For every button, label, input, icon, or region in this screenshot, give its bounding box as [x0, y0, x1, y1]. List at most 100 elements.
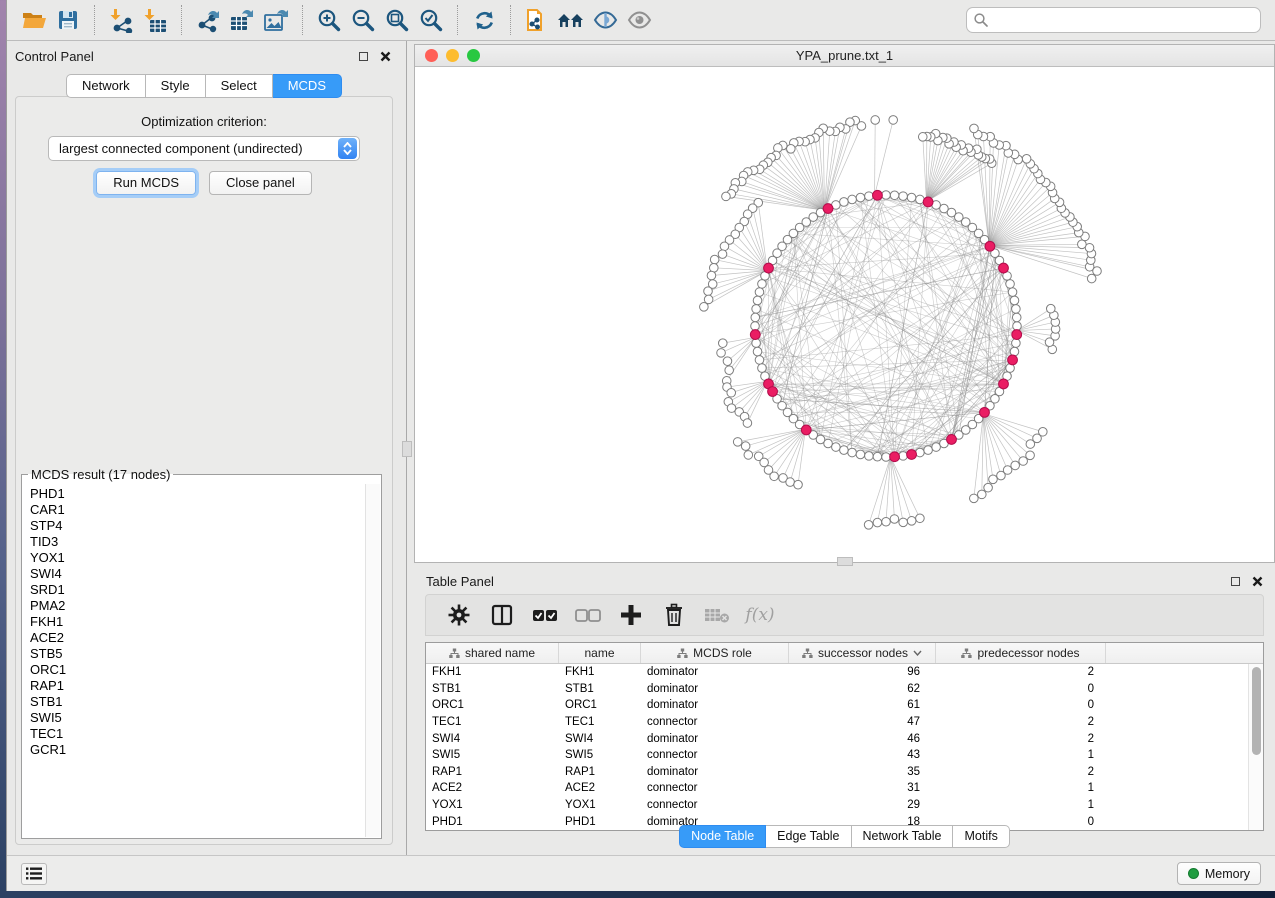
table-row[interactable]: SWI5 SWI5 connector 43 1 — [426, 747, 1248, 764]
column-header-shared-name[interactable]: shared name — [426, 643, 559, 663]
function-builder-button[interactable]: f(x) — [744, 599, 776, 631]
splitter-grip[interactable] — [837, 557, 853, 566]
magnifier-minus-icon — [350, 7, 376, 33]
mcds-result-item[interactable]: ORC1 — [30, 662, 365, 678]
export-image-button[interactable] — [259, 4, 293, 36]
close-table-panel-button[interactable] — [1249, 573, 1265, 589]
toolbar-separator — [181, 5, 182, 35]
mcds-result-item[interactable]: STB5 — [30, 646, 365, 662]
column-header-predecessor-nodes[interactable]: predecessor nodes — [936, 643, 1106, 663]
toggle-panes-button[interactable] — [486, 599, 518, 631]
run-mcds-button[interactable]: Run MCDS — [96, 171, 196, 195]
mcds-result-item[interactable]: YOX1 — [30, 550, 365, 566]
export-network-button[interactable] — [191, 4, 225, 36]
table-row[interactable]: FKH1 FKH1 dominator 96 2 — [426, 664, 1248, 681]
zoom-fit-button[interactable] — [380, 4, 414, 36]
first-neighbors-button[interactable] — [554, 4, 588, 36]
tab-select[interactable]: Select — [206, 74, 273, 98]
splitter-grip[interactable] — [402, 441, 412, 457]
column-header-successor-nodes[interactable]: successor nodes — [789, 643, 936, 663]
export-network-icon — [195, 7, 221, 33]
table-row[interactable]: STB1 STB1 dominator 62 0 — [426, 681, 1248, 698]
refresh-view-button[interactable] — [467, 4, 501, 36]
export-table-button[interactable] — [225, 4, 259, 36]
select-all-button[interactable] — [529, 599, 561, 631]
close-icon — [1252, 576, 1263, 587]
mcds-result-item[interactable]: PMA2 — [30, 598, 365, 614]
table-row[interactable]: SWI4 SWI4 dominator 46 2 — [426, 730, 1248, 747]
import-network-icon — [108, 7, 134, 33]
mcds-result-item[interactable]: STP4 — [30, 518, 365, 534]
mcds-result-item[interactable]: SRD1 — [30, 582, 365, 598]
import-table-button[interactable] — [138, 4, 172, 36]
mcds-result-group: MCDS result (17 nodes) PHD1CAR1STP4TID3Y… — [21, 467, 382, 839]
open-session-button[interactable] — [17, 4, 51, 36]
add-column-button[interactable] — [615, 599, 647, 631]
show-tasks-button[interactable] — [21, 863, 47, 885]
tab-edge-table[interactable]: Edge Table — [766, 825, 851, 848]
maximize-traffic-light[interactable] — [467, 49, 480, 62]
tab-style[interactable]: Style — [146, 74, 206, 98]
column-header-mcds-role[interactable]: MCDS role — [641, 643, 789, 663]
mcds-tab-content: Optimization criterion: largest connecte… — [15, 96, 393, 845]
mcds-result-item[interactable]: ACE2 — [30, 630, 365, 646]
table-row[interactable]: ORC1 ORC1 dominator 61 0 — [426, 697, 1248, 714]
tab-node-table[interactable]: Node Table — [679, 825, 766, 848]
mcds-result-item[interactable]: SWI5 — [30, 710, 365, 726]
close-panel-button-mcds[interactable]: Close panel — [209, 171, 312, 195]
float-table-panel-button[interactable] — [1227, 573, 1243, 589]
mcds-result-item[interactable]: SWI4 — [30, 566, 365, 582]
floppy-icon — [56, 8, 80, 32]
table-row[interactable]: YOX1 YOX1 connector 29 1 — [426, 797, 1248, 814]
status-bar: Memory — [7, 855, 1275, 891]
zoom-in-button[interactable] — [312, 4, 346, 36]
table-row[interactable]: TEC1 TEC1 connector 47 2 — [426, 714, 1248, 731]
network-window-titlebar[interactable]: YPA_prune.txt_1 — [415, 45, 1274, 67]
mcds-result-item[interactable]: RAP1 — [30, 678, 365, 694]
network-from-selection-button[interactable] — [520, 4, 554, 36]
search-input[interactable] — [989, 10, 1254, 30]
save-session-button[interactable] — [51, 4, 85, 36]
table-settings-button[interactable] — [443, 599, 475, 631]
vertical-splitter[interactable] — [401, 41, 414, 855]
close-panel-button[interactable] — [377, 48, 393, 64]
float-panel-button[interactable] — [355, 48, 371, 64]
tab-motifs[interactable]: Motifs — [953, 825, 1009, 848]
mcds-result-item[interactable]: CAR1 — [30, 502, 365, 518]
mcds-result-item[interactable]: TID3 — [30, 534, 365, 550]
close-traffic-light[interactable] — [425, 49, 438, 62]
memory-button[interactable]: Memory — [1177, 862, 1261, 885]
column-header-name[interactable]: name — [559, 643, 641, 663]
document-share-icon — [524, 6, 550, 34]
mcds-result-item[interactable]: PHD1 — [30, 486, 365, 502]
global-search — [966, 7, 1261, 33]
tab-network-table[interactable]: Network Table — [852, 825, 954, 848]
mcds-result-list[interactable]: PHD1CAR1STP4TID3YOX1SWI4SRD1PMA2FKH1ACE2… — [23, 484, 365, 837]
mcds-result-item[interactable]: FKH1 — [30, 614, 365, 630]
criterion-select[interactable]: largest connected component (undirected) — [48, 136, 360, 161]
table-scrollbar[interactable] — [1248, 664, 1263, 830]
mcds-result-item[interactable]: GCR1 — [30, 742, 365, 758]
tab-mcds[interactable]: MCDS — [273, 74, 342, 98]
delete-column-button[interactable] — [658, 599, 690, 631]
deselect-all-button[interactable] — [572, 599, 604, 631]
table-row[interactable]: RAP1 RAP1 dominator 35 2 — [426, 764, 1248, 781]
import-network-button[interactable] — [104, 4, 138, 36]
table-row[interactable]: ACE2 ACE2 connector 31 1 — [426, 780, 1248, 797]
network-canvas[interactable] — [415, 68, 1274, 562]
tab-network[interactable]: Network — [66, 74, 146, 98]
network-view-window: YPA_prune.txt_1 — [414, 44, 1275, 563]
mcds-result-item[interactable]: TEC1 — [30, 726, 365, 742]
chevron-down-icon[interactable] — [913, 650, 922, 656]
minimize-traffic-light[interactable] — [446, 49, 459, 62]
mcds-result-item[interactable]: STB1 — [30, 694, 365, 710]
criterion-selected-value: largest connected component (undirected) — [49, 141, 338, 156]
zoom-selected-button[interactable] — [414, 4, 448, 36]
network-graph[interactable] — [415, 68, 1275, 562]
scrollbar-thumb[interactable] — [1252, 667, 1261, 755]
mcds-list-scrollbar[interactable] — [365, 484, 380, 837]
hide-selected-button[interactable] — [588, 4, 622, 36]
show-hidden-button[interactable] — [622, 4, 656, 36]
zoom-out-button[interactable] — [346, 4, 380, 36]
delete-table-button[interactable] — [701, 599, 733, 631]
